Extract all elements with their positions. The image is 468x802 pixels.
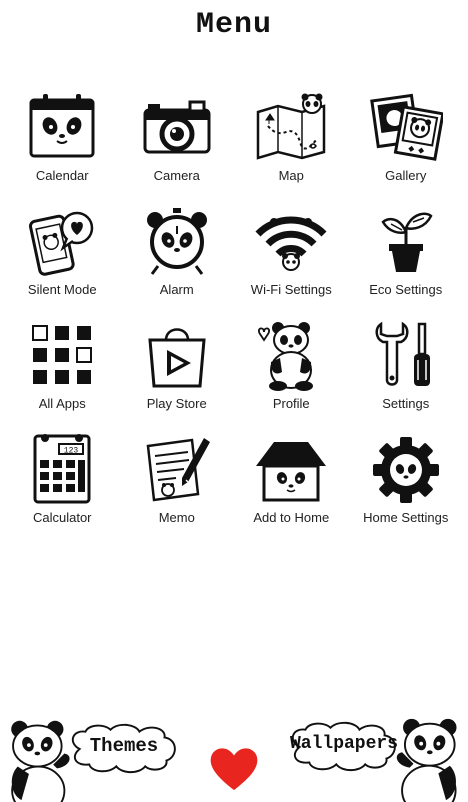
app-alarm[interactable]: Alarm — [120, 204, 235, 318]
app-settings[interactable]: Settings — [349, 318, 464, 432]
wifi-icon — [255, 216, 327, 271]
app-label: Play Store — [146, 396, 207, 411]
alarm-icon — [146, 208, 207, 275]
app-label: Home Settings — [363, 510, 449, 525]
app-home-settings[interactable]: Home Settings — [349, 432, 464, 546]
app-grid: Calendar Camera Map Gallery Silent Mode … — [5, 90, 463, 546]
app-wifi-settings[interactable]: Wi-Fi Settings — [234, 204, 349, 318]
camera-icon — [143, 100, 211, 154]
app-label: Settings — [382, 396, 430, 411]
calculator-icon: 123 — [33, 434, 91, 504]
app-calendar[interactable]: Calendar — [5, 90, 120, 204]
app-profile[interactable]: Profile — [234, 318, 349, 432]
plant-icon — [381, 212, 433, 272]
themes-button[interactable]: Themes — [76, 735, 172, 757]
play-store-icon — [148, 328, 206, 388]
memo-icon — [146, 438, 210, 502]
app-gallery[interactable]: Gallery — [349, 90, 464, 204]
app-label: Wi-Fi Settings — [250, 282, 332, 297]
wallpapers-button[interactable]: Wallpapers — [288, 734, 400, 754]
app-label: Add to Home — [253, 510, 330, 525]
app-silent-mode[interactable]: Silent Mode — [5, 204, 120, 318]
app-eco-settings[interactable]: Eco Settings — [349, 204, 464, 318]
app-label: Silent Mode — [27, 282, 97, 297]
app-label: Alarm — [159, 282, 194, 297]
app-memo[interactable]: Memo — [120, 432, 235, 546]
app-add-to-home[interactable]: Add to Home — [234, 432, 349, 546]
app-label: Calendar — [35, 168, 89, 183]
app-camera[interactable]: Camera — [120, 90, 235, 204]
house-icon — [256, 442, 327, 502]
app-label: Eco Settings — [369, 282, 443, 297]
app-label: Map — [278, 168, 304, 183]
map-icon — [257, 93, 326, 160]
calculator-display: 123 — [64, 447, 79, 456]
wrench-screwdriver-icon — [375, 321, 430, 386]
silent-mode-icon — [29, 211, 94, 276]
app-label: Camera — [153, 168, 200, 183]
calendar-icon — [29, 94, 95, 158]
bottom-bar: Themes Wallpapers — [0, 700, 468, 802]
app-label: Gallery — [385, 168, 427, 183]
app-map[interactable]: Map — [234, 90, 349, 204]
app-calculator[interactable]: 123 Calculator — [5, 432, 120, 546]
gallery-icon — [369, 93, 443, 161]
heart-icon — [210, 748, 258, 791]
gear-icon — [372, 437, 439, 503]
app-play-store[interactable]: Play Store — [120, 318, 235, 432]
app-label: Profile — [272, 396, 310, 411]
app-all-apps[interactable]: All Apps — [5, 318, 120, 432]
app-label: Calculator — [32, 510, 92, 525]
panda-profile-icon — [258, 322, 314, 391]
all-apps-icon — [32, 325, 93, 384]
app-label: Memo — [158, 510, 195, 525]
app-label: All Apps — [38, 396, 86, 411]
page-title: Menu — [195, 8, 272, 42]
panda-right-icon — [396, 718, 457, 802]
